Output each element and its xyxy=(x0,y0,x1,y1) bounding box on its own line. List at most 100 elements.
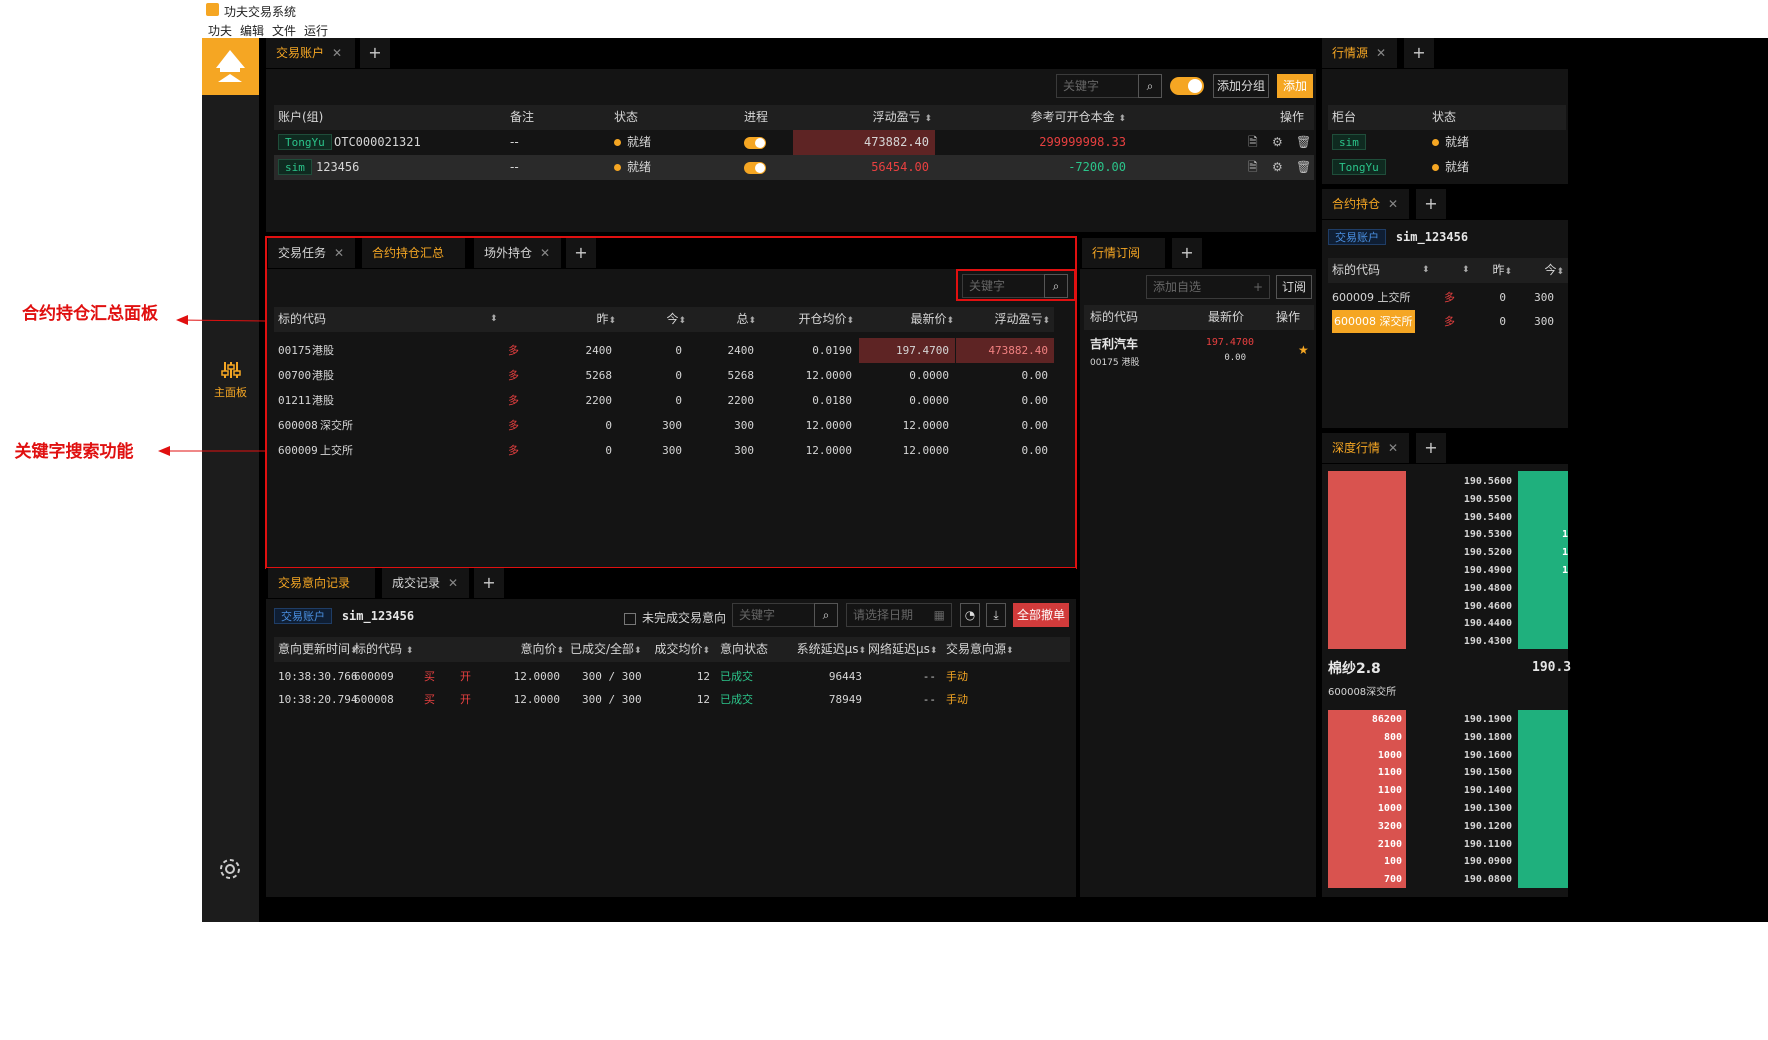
process-toggle[interactable] xyxy=(744,155,766,180)
col-avg[interactable]: 成交均价⬍ xyxy=(644,637,710,664)
table-row[interactable]: 10:38:30.766 600009 买 开 12.0000 300 / 30… xyxy=(274,665,1070,688)
table-row[interactable]: 600009 上交所 多 0 300 xyxy=(1328,286,1568,309)
bid-level[interactable]: 3200 190.1200 xyxy=(1328,818,1568,835)
col-yesterday[interactable]: 昨⬍ xyxy=(554,307,616,334)
tab-depth[interactable]: 深度行情 ✕ xyxy=(1322,433,1410,463)
add-tab-button[interactable]: + xyxy=(1172,238,1202,268)
col-net-latency[interactable]: 网络延迟μs⬍ xyxy=(868,637,937,664)
search-icon[interactable]: ⌕ xyxy=(814,603,838,627)
close-icon[interactable]: ✕ xyxy=(1388,441,1398,455)
add-group-button[interactable]: 添加分组 xyxy=(1213,74,1269,98)
ask-level[interactable]: 190.4900 1 xyxy=(1422,562,1568,579)
list-item[interactable]: 吉利汽车 00175 港股 197.4700 0.00 ★ xyxy=(1084,333,1314,373)
pie-chart-icon[interactable]: ◔ xyxy=(960,603,980,627)
table-row[interactable]: 01211 港股 多 2200 0 2200 0.0180 0.0000 0.0… xyxy=(274,388,1054,413)
subscribe-button[interactable]: 订阅 xyxy=(1276,275,1312,299)
tab-trading-accounts[interactable]: 交易账户 ✕ xyxy=(266,38,356,68)
col-price[interactable]: 意向价⬍ xyxy=(494,637,564,664)
tab-contract-positions[interactable]: 合约持仓 ✕ xyxy=(1322,189,1410,219)
download-icon[interactable]: ⤓ xyxy=(986,603,1006,627)
tab-market-subscribe[interactable]: 行情订阅✕ xyxy=(1082,238,1166,290)
process-toggle[interactable] xyxy=(744,130,766,155)
add-watchlist-input[interactable]: 添加自选 + xyxy=(1146,275,1270,299)
search-icon[interactable]: ⌕ xyxy=(1138,74,1162,98)
col-pnl[interactable]: 浮动盈亏 ⬍ xyxy=(814,105,932,132)
add-tab-button[interactable]: + xyxy=(1416,189,1446,219)
date-picker-input[interactable]: 请选择日期 ▦ xyxy=(846,603,952,627)
bid-level[interactable]: 1000 190.1300 xyxy=(1328,800,1568,817)
col-today[interactable]: 今⬍ xyxy=(1524,258,1564,285)
bid-level[interactable]: 700 190.0800 xyxy=(1328,871,1568,888)
close-icon[interactable]: ✕ xyxy=(334,246,344,260)
add-tab-button[interactable]: + xyxy=(1416,433,1446,463)
bid-level[interactable]: 2100 190.1100 xyxy=(1328,836,1568,853)
cancel-all-button[interactable]: 全部撤单 xyxy=(1013,603,1069,627)
col-capital[interactable]: 参考可开仓本金 ⬍ xyxy=(954,105,1126,132)
bid-level[interactable]: 1000 190.1600 xyxy=(1328,747,1568,764)
add-tab-button[interactable]: + xyxy=(474,568,504,598)
tab-market-source[interactable]: 行情源 ✕ xyxy=(1322,38,1398,68)
trash-icon[interactable]: 🗑 xyxy=(1296,155,1311,180)
tab-order-intents[interactable]: 交易意向记录✕ xyxy=(268,568,376,620)
table-row[interactable]: 00175 港股 多 2400 0 2400 0.0190 197.4700 4… xyxy=(274,338,1054,363)
settings-gear-icon[interactable] xyxy=(218,857,242,884)
ask-level[interactable]: 190.4800 xyxy=(1422,580,1568,597)
col-source[interactable]: 交易意向源⬍ xyxy=(946,637,1014,664)
table-row[interactable]: 600009 上交所 多 0 300 300 12.0000 12.0000 0… xyxy=(274,438,1054,463)
unfinished-checkbox[interactable]: 未完成交易意向 xyxy=(624,609,726,626)
col-today[interactable]: 今⬍ xyxy=(624,307,686,334)
col-total[interactable]: 总⬍ xyxy=(694,307,756,334)
sort-icon[interactable]: ⬍ xyxy=(490,307,498,332)
star-icon[interactable]: ★ xyxy=(1298,343,1309,357)
accounts-toggle[interactable] xyxy=(1170,77,1204,95)
close-icon[interactable]: ✕ xyxy=(1388,197,1398,211)
ask-level[interactable]: 190.4400 xyxy=(1422,615,1568,632)
add-tab-button[interactable]: + xyxy=(360,38,390,68)
tab-position-summary[interactable]: 合约持仓汇总✕ xyxy=(362,238,466,290)
gear-icon[interactable]: ⚙ xyxy=(1272,155,1283,180)
add-tab-button[interactable]: + xyxy=(566,238,596,268)
trash-icon[interactable]: 🗑 xyxy=(1296,130,1311,155)
table-row[interactable]: 10:38:20.794 600008 买 开 12.0000 300 / 30… xyxy=(274,688,1070,711)
tab-trade-records[interactable]: 成交记录 ✕ xyxy=(382,568,470,598)
orders-search-input[interactable]: 关键字 xyxy=(732,603,816,627)
add-tab-button[interactable]: + xyxy=(1404,38,1434,68)
table-row[interactable]: sim 就绪 xyxy=(1328,130,1566,155)
accounts-search-input[interactable]: 关键字 xyxy=(1056,74,1140,98)
table-row[interactable]: TongYu 就绪 xyxy=(1328,155,1566,180)
col-sys-latency[interactable]: 系统延迟μs⬍ xyxy=(788,637,866,664)
table-row[interactable]: 00700 港股 多 5268 0 5268 12.0000 0.0000 0.… xyxy=(274,363,1054,388)
table-row[interactable]: 600008 深交所 多 0 300 300 12.0000 12.0000 0… xyxy=(274,413,1054,438)
gear-icon[interactable]: ⚙ xyxy=(1272,130,1283,155)
col-filled[interactable]: 已成交/全部⬍ xyxy=(570,637,642,664)
bid-level[interactable]: 86200 190.1900 xyxy=(1328,711,1568,728)
table-row[interactable]: sim 123456 -- 就绪 56454.00 -7200.00 🗎 ⚙ 🗑 xyxy=(274,155,1314,180)
ask-level[interactable]: 190.4300 xyxy=(1422,633,1568,650)
ask-level[interactable]: 190.5600 xyxy=(1422,473,1568,490)
bid-level[interactable]: 100 190.0900 xyxy=(1328,853,1568,870)
bid-level[interactable]: 1100 190.1500 xyxy=(1328,764,1568,781)
col-avg-price[interactable]: 开仓均价⬍ xyxy=(764,307,854,334)
col-last-price[interactable]: 最新价⬍ xyxy=(864,307,954,334)
close-icon[interactable]: ✕ xyxy=(332,46,342,60)
table-row[interactable]: TongYu OTC000021321 -- 就绪 473882.40 2999… xyxy=(274,130,1314,155)
bid-level[interactable]: 1100 190.1400 xyxy=(1328,782,1568,799)
bid-level[interactable]: 800 190.1800 xyxy=(1328,729,1568,746)
col-time[interactable]: 意向更新时间⬍ xyxy=(278,637,358,664)
close-icon[interactable]: ✕ xyxy=(540,246,550,260)
ask-level[interactable]: 190.5500 xyxy=(1422,491,1568,508)
sort-icon[interactable]: ⬍ xyxy=(1462,258,1470,283)
col-code[interactable]: 标的代码 ⬍ xyxy=(354,637,413,664)
col-yesterday[interactable]: 昨⬍ xyxy=(1478,258,1512,285)
document-icon[interactable]: 🗎 xyxy=(1248,155,1258,180)
col-pnl[interactable]: 浮动盈亏⬍ xyxy=(964,307,1050,334)
ask-level[interactable]: 190.5400 xyxy=(1422,509,1568,526)
ask-level[interactable]: 190.4600 xyxy=(1422,598,1568,615)
table-row[interactable]: 600008 深交所 多 0 300 xyxy=(1328,310,1568,333)
add-account-button[interactable]: 添加 xyxy=(1277,74,1313,98)
sort-icon[interactable]: ⬍ xyxy=(1422,258,1430,283)
document-icon[interactable]: 🗎 xyxy=(1248,130,1258,155)
ask-level[interactable]: 190.5200 1 xyxy=(1422,544,1568,561)
tab-otc-positions[interactable]: 场外持仓 ✕ xyxy=(474,238,562,268)
tab-trading-tasks[interactable]: 交易任务 ✕ xyxy=(268,238,356,268)
